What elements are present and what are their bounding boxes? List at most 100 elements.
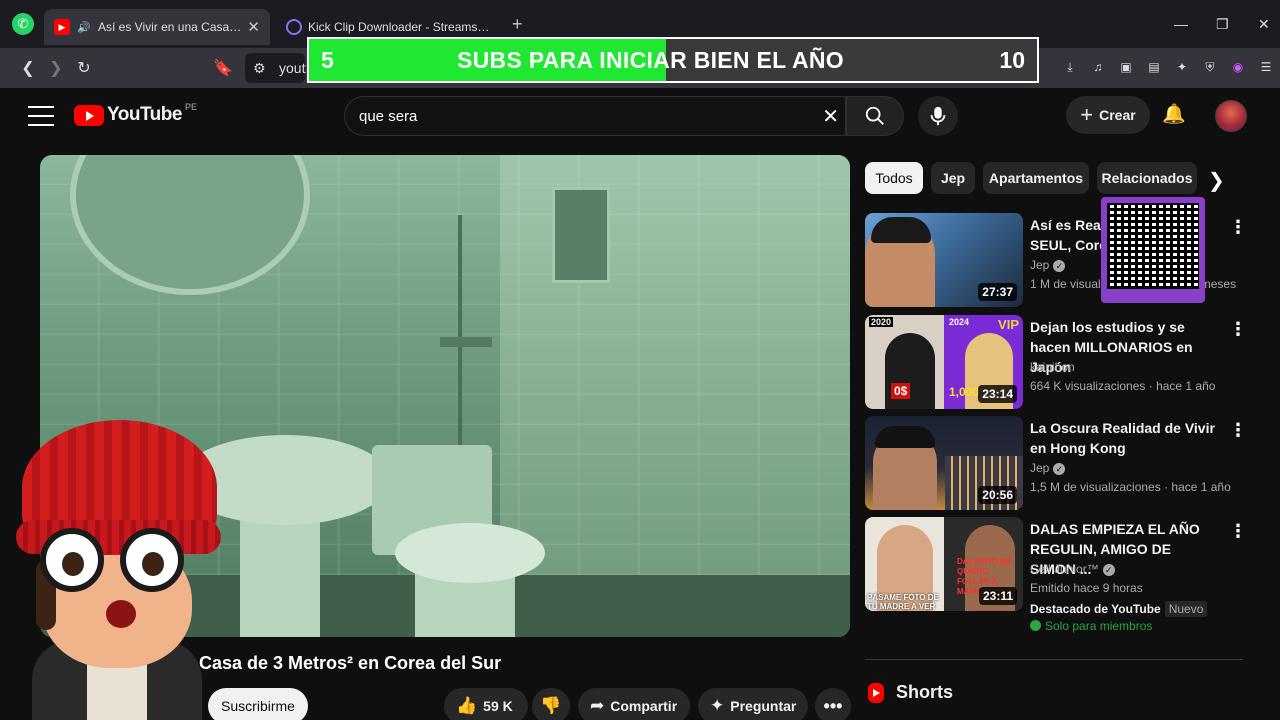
streamer-avatar-overlay (12, 410, 222, 720)
new-badge: Nuevo (1164, 601, 1208, 617)
video-thumbnail[interactable]: 27:37 (865, 213, 1023, 307)
speaker-icon[interactable]: 🔊 (76, 19, 92, 35)
video-frame-cabinet (552, 187, 610, 283)
bookmark-icon[interactable]: 🔖 (213, 58, 233, 78)
create-label: Crear (1099, 107, 1136, 123)
related-video-title[interactable]: La Oscura Realidad de Vivir en Hong Kong (1030, 418, 1220, 458)
clear-search-icon[interactable]: ✕ (822, 104, 839, 129)
qr-code-icon (1107, 203, 1199, 289)
ai-icon[interactable]: ✦ (1172, 57, 1192, 77)
avatar-glasses-right (120, 528, 184, 592)
microphone-icon (930, 106, 946, 126)
thumbs-up-icon: 👍 (456, 696, 478, 715)
share-button[interactable]: ➦ Compartir (578, 688, 690, 720)
tab-active[interactable]: ▶ 🔊 Así es Vivir en una Casa de 3 M ✕ (44, 9, 270, 45)
share-arrow-icon: ➦ (590, 696, 605, 715)
verified-check-icon: ✓ (1102, 564, 1115, 576)
search-input[interactable]: que sera ✕ (344, 96, 846, 136)
members-only-badge: Solo para miembros (1030, 619, 1152, 633)
subscribe-button[interactable]: Suscribirme (208, 688, 308, 720)
goal-target-count: 10 (999, 47, 1025, 73)
shorts-label: Shorts (896, 682, 954, 702)
thumb-vip-label: VIP (998, 317, 1019, 332)
video-thumbnail[interactable]: 20:56 (865, 416, 1023, 510)
youtube-play-icon (74, 104, 104, 126)
video-duration: 20:56 (978, 486, 1017, 504)
hamburger-menu-icon[interactable] (28, 106, 54, 126)
site-info-icon[interactable]: ⚙ (253, 60, 266, 77)
back-icon[interactable]: ❮ (18, 58, 38, 78)
video-title: Casa de 3 Metros² en Corea del Sur (199, 653, 502, 673)
like-button[interactable]: 👍 59 K (444, 688, 528, 720)
channel-name[interactable]: Jep ✓ (1030, 461, 1066, 475)
avatar-glasses-left (40, 528, 104, 592)
whatsapp-icon[interactable]: ✆ (12, 13, 34, 35)
forward-icon[interactable]: ❯ (46, 58, 66, 78)
youtube-favicon-icon: ▶ (54, 19, 70, 35)
download-icon[interactable]: ⤓ (1060, 57, 1080, 77)
more-vertical-icon[interactable]: ⋮ (1229, 521, 1247, 542)
account-avatar[interactable] (1215, 100, 1247, 132)
reload-icon[interactable]: ↻ (74, 58, 94, 78)
related-video-item[interactable]: PÁSAME FOTO DE TU MADRE A VER DALASITO M… (865, 517, 1247, 642)
channel-name[interactable]: Cell Junior™ ✓ (1030, 562, 1115, 576)
chip-jep[interactable]: Jep (931, 162, 975, 194)
music-icon[interactable]: ♫ (1088, 57, 1108, 77)
new-tab-icon[interactable]: + (512, 14, 523, 35)
close-tab-icon[interactable]: ✕ (247, 18, 260, 36)
extension-icon[interactable]: ◉ (1228, 57, 1248, 77)
search-button[interactable] (846, 96, 904, 136)
featured-label: Destacado de YouTube (1030, 602, 1161, 616)
thumbs-down-icon: 👎 (540, 696, 562, 715)
video-frame-shelf (440, 337, 492, 347)
youtube-logo[interactable]: YouTube PE (74, 102, 197, 126)
video-duration: 23:11 (978, 587, 1017, 605)
shorts-section-header[interactable]: Shorts (868, 682, 953, 703)
more-vertical-icon[interactable]: ⋮ (1229, 217, 1247, 238)
sidebar-icon[interactable]: ▣ (1116, 57, 1136, 77)
close-window-icon[interactable]: ✕ (1258, 16, 1270, 33)
screen: ✆ ▶ 🔊 Así es Vivir en una Casa de 3 M ✕ … (0, 0, 1280, 720)
address-text: yout (279, 60, 306, 76)
verified-check-icon: ✓ (1053, 463, 1066, 475)
like-count: 59 K (483, 698, 513, 714)
more-vertical-icon[interactable]: ⋮ (1229, 420, 1247, 441)
chip-relacionados[interactable]: Relacionados (1097, 162, 1197, 194)
notifications-bell-icon[interactable]: 🔔 (1162, 102, 1186, 126)
create-button[interactable]: + Crear (1066, 96, 1150, 134)
more-vertical-icon[interactable]: ⋮ (1229, 319, 1247, 340)
ask-button[interactable]: ✦ Preguntar (698, 688, 808, 720)
tab-title: Así es Vivir en una Casa de 3 M (98, 20, 241, 34)
channel-name[interactable]: Jep ✓ (1030, 258, 1066, 272)
thumb-year-right: 2024 (949, 317, 970, 327)
menu-icon[interactable]: ☰ (1256, 57, 1276, 77)
video-thumbnail[interactable]: PÁSAME FOTO DE TU MADRE A VER DALASITO M… (865, 517, 1023, 611)
dislike-button[interactable]: 👎 (532, 688, 570, 720)
plus-icon: + (1080, 102, 1094, 127)
chevron-right-icon[interactable]: ❯ (1208, 168, 1225, 193)
minimize-icon[interactable]: — (1174, 16, 1188, 32)
channel-name-text: Cell Junior™ (1030, 562, 1099, 576)
maximize-icon[interactable]: ❐ (1216, 16, 1229, 33)
shield-icon[interactable]: ⛨ (1200, 57, 1220, 77)
related-video-item[interactable]: 2020 2024 VIP 0$ 1,000 23:14 Dejan los e… (865, 315, 1247, 411)
video-meta: Emitido hace 9 horas (1030, 581, 1143, 595)
section-divider (865, 659, 1243, 660)
related-video-item[interactable]: 20:56 La Oscura Realidad de Vivir en Hon… (865, 416, 1247, 512)
video-duration: 23:14 (978, 385, 1017, 403)
wallet-icon[interactable]: ▤ (1144, 57, 1164, 77)
more-actions-button[interactable]: ••• (815, 688, 851, 720)
subscriber-goal-banner: 5 SUBS PARA INICIAR BIEN EL AÑO 10 (307, 37, 1039, 83)
thumb-year-left: 2020 (869, 317, 894, 327)
search-query: que sera (359, 108, 418, 125)
kick-clip-favicon-icon (286, 19, 302, 35)
chip-apartamentos[interactable]: Apartamentos (983, 162, 1089, 194)
channel-name-text: kainihon (1030, 360, 1075, 374)
chip-todos[interactable]: Todos (865, 162, 923, 194)
address-bar[interactable]: ⚙ yout (245, 53, 305, 83)
video-thumbnail[interactable]: 2020 2024 VIP 0$ 1,000 23:14 (865, 315, 1023, 409)
verified-check-icon: ✓ (1053, 260, 1066, 272)
channel-name[interactable]: kainihon (1030, 360, 1075, 374)
share-label: Compartir (610, 698, 678, 714)
voice-search-button[interactable] (918, 96, 958, 136)
